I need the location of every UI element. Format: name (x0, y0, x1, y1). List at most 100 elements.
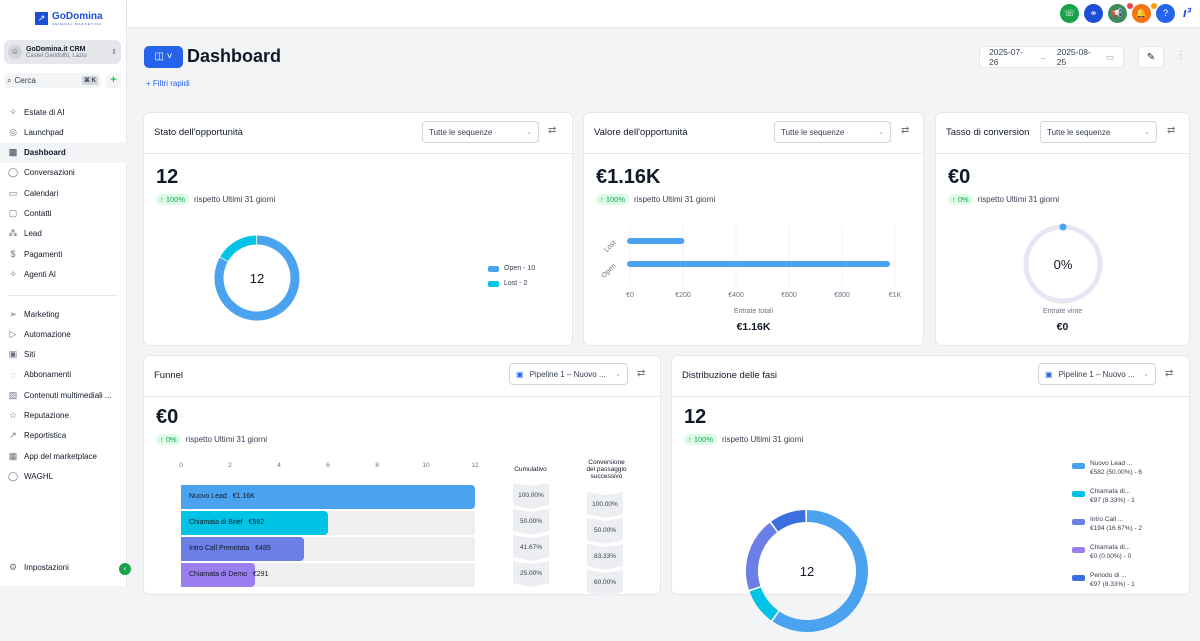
sidebar-item-abbonamenti[interactable]: ◌ Abbonamenti (0, 365, 127, 385)
chevron-down-icon: ⌄ (1144, 129, 1150, 136)
donut-slice[interactable] (772, 510, 868, 632)
link-icon[interactable]: ⚭ (1084, 4, 1103, 23)
card-title: Stato dell'opportunità (154, 127, 243, 138)
legend-item[interactable]: Chiamata di... €97 (8.33%) - 1 (1072, 487, 1142, 505)
logo-icon: ↗ (35, 12, 48, 25)
donut-slice[interactable] (220, 235, 257, 262)
nav-icon: ▢ (8, 208, 18, 218)
sidebar-item-estate-di-ai[interactable]: ✧ Estate di AI (0, 102, 127, 122)
phone-icon[interactable]: ☏ (1060, 4, 1079, 23)
legend-item[interactable]: Periodo di ... €97 (8.33%) - 1 (1072, 571, 1142, 589)
conversion-gauge: 0% (1023, 223, 1103, 304)
legend-item[interactable]: Lost - 2 (488, 280, 535, 287)
swap-icon[interactable]: ⇄ (1167, 125, 1175, 136)
cumulative-percent: 100.00% (513, 483, 549, 509)
sidebar-item-reputazione[interactable]: ☆ Reputazione (0, 406, 127, 426)
quick-filters-link[interactable]: + Filtri rapidi (146, 79, 190, 88)
next-percent: 60.00% (587, 570, 623, 596)
divider (8, 295, 118, 296)
bell-icon[interactable]: 🔔 (1132, 4, 1151, 23)
edit-button[interactable]: ✎ (1138, 46, 1164, 68)
sequence-select[interactable]: Tutte le sequenze ⌄ (422, 121, 539, 143)
legend-item[interactable]: Nuovo Lead ... €582 (50.00%) - 6 (1072, 459, 1142, 477)
delta-badge: ↑ 100% (596, 194, 630, 205)
sidebar-item-reportistica[interactable]: ↗ Reportistica (0, 426, 127, 446)
nav-icon: ✧ (9, 106, 17, 117)
nav-icon: ◯ (8, 470, 19, 481)
sidebar-item-contatti[interactable]: ▢ Contatti (0, 204, 127, 224)
sidebar-item-automazione[interactable]: ▷ Automazione (0, 324, 127, 344)
sidebar-item-calendari[interactable]: ▭ Calendari (0, 183, 127, 203)
donut-slice[interactable] (746, 522, 778, 590)
x-tick-label: 8 (375, 462, 379, 469)
dashboard-switcher-button[interactable]: ◫ ˅ (144, 46, 183, 68)
sidebar-item-pagamenti[interactable]: $ Pagamenti (0, 244, 127, 264)
legend-swatch (1072, 575, 1085, 581)
nav-icon: ▭ (8, 187, 18, 198)
card-title: Distribuzione delle fasi (682, 370, 778, 381)
nav-icon: ▨ (8, 389, 18, 400)
chevron-down-icon: ⌄ (526, 129, 532, 136)
distribution-donut-chart: 12 (746, 510, 868, 632)
sequence-select[interactable]: Tutte le sequenze ⌄ (774, 121, 891, 143)
more-options-icon[interactable]: ⋮ (1176, 50, 1186, 61)
nav-icon: ☆ (8, 410, 18, 420)
nav-icon: ▦ (8, 147, 18, 158)
pipeline-icon: ▣ (1045, 369, 1053, 379)
date-range-picker[interactable]: 2025-07-26 → 2025-08-25 ▭ (979, 46, 1124, 68)
value-bar-chart: €0 €200 €400 €600 €800 €1K Lost Open (600, 226, 902, 299)
nav-icon: ▦ (8, 450, 18, 461)
topbar: ☏ ⚭ 📢 🔔? ı³ (127, 0, 1200, 27)
nav-icon: ↗ (9, 430, 17, 441)
legend-item[interactable]: Chiamata di... €0 (0.00%) - 0 (1072, 543, 1142, 561)
sidebar-item-marketing[interactable]: ➢ Marketing (0, 304, 127, 324)
metric-value: 12 (684, 406, 707, 428)
notification-dot (1127, 3, 1133, 9)
help-icon[interactable]: ? (1156, 4, 1175, 23)
swap-icon[interactable]: ⇄ (548, 125, 556, 136)
collapse-sidebar-button[interactable]: ‹ (119, 563, 131, 575)
cumulative-percent: 25.00% (513, 561, 549, 587)
legend-swatch (1072, 519, 1085, 525)
swap-icon[interactable]: ⇄ (1165, 368, 1173, 379)
nav-icon: ◌ (10, 369, 16, 380)
quick-add-button[interactable]: + (106, 73, 121, 88)
donut-slice[interactable] (749, 587, 779, 621)
next-percent: 100.00% (587, 492, 623, 518)
sidebar-item-contenuti-multimediali[interactable]: ▨ Contenuti multimediali ... (0, 385, 127, 405)
megaphone-icon[interactable]: 📢 (1108, 4, 1127, 23)
nav-icon: ▣ (8, 349, 18, 360)
sequence-select[interactable]: Tutte le sequenze ⌄ (1040, 121, 1157, 143)
nav-icon: ✧ (9, 268, 17, 279)
y-tick-label: Lost (603, 240, 617, 254)
funnel-card: Funnel ▣ Pipeline 1 – Nuovo ... ⌄ ⇄ €0 ↑ 0… (143, 355, 661, 596)
sidebar-item-dashboard[interactable]: ▦ Dashboard (0, 142, 127, 163)
sidebar-item-agenti-ai[interactable]: ✧ Agenti AI (0, 264, 127, 284)
legend-swatch (1072, 463, 1085, 469)
sidebar-item-app-del-marketplace[interactable]: ▦ App del marketplace (0, 446, 127, 466)
sidebar-item-settings[interactable]: ⚙ Impostazioni (0, 557, 127, 577)
gear-icon: ⚙ (8, 561, 18, 572)
funnel-bar-label: Chiamata di Brief €582 (189, 519, 265, 526)
legend-item[interactable]: Open - 10 (488, 265, 535, 272)
card-title: Tasso di conversion (946, 127, 1030, 138)
account-switcher[interactable]: ☺ GoDomina.it CRM Castel Gandolfo, Lazio ⇕ (4, 40, 121, 64)
donut-slice[interactable] (771, 510, 806, 532)
swap-icon[interactable]: ⇄ (901, 125, 909, 136)
sidebar-item-conversazioni[interactable]: ◯ Conversazioni (0, 163, 127, 183)
sidebar-item-lead[interactable]: ⁂ Lead (0, 224, 127, 244)
search-input[interactable]: ⌕ Cerca ⌘ K (4, 73, 101, 88)
notification-dot (1151, 3, 1157, 9)
status-donut-chart: 12 (214, 235, 300, 321)
app-logo-icon[interactable]: ı³ (1183, 5, 1191, 20)
conversion-rate-card: Tasso di conversion Tutte le sequenze ⌄ ⇄… (935, 112, 1190, 346)
legend-item[interactable]: Intro Call ... €194 (16.67%) - 2 (1072, 515, 1142, 533)
divider (936, 153, 1189, 154)
sidebar-item-waghl[interactable]: ◯ WAGHL (0, 466, 127, 486)
sidebar-item-launchpad[interactable]: ◎ Launchpad (0, 122, 127, 142)
metric-value: 12 (156, 166, 179, 188)
pipeline-select[interactable]: ▣ Pipeline 1 – Nuovo ... ⌄ (1038, 363, 1156, 385)
sidebar-item-siti[interactable]: ▣ Siti (0, 345, 127, 365)
brand-logo[interactable]: ↗ GoDomina GENERAL MARKETING (35, 11, 103, 26)
card-title: Valore dell'opportunità (594, 127, 688, 138)
